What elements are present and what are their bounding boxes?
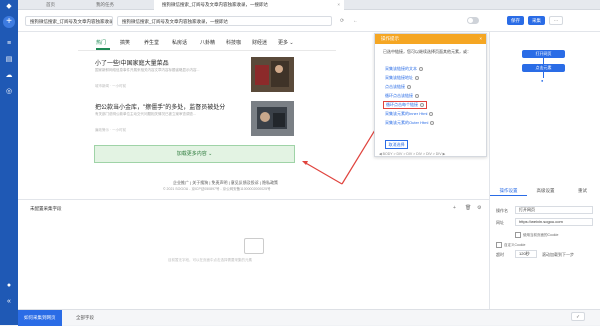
help-icon[interactable] bbox=[415, 75, 419, 80]
news-title[interactable]: 小了一些!中国家庭大量菜品 bbox=[95, 58, 169, 67]
news-thumbnail[interactable] bbox=[251, 101, 294, 136]
save-button[interactable]: 保存 bbox=[507, 16, 524, 25]
tab-my-tasks[interactable]: 我的任务 bbox=[88, 0, 148, 10]
flow-node-click[interactable]: 点击元素 bbox=[522, 64, 565, 72]
tab-all-fields[interactable]: 全部字段 bbox=[70, 310, 100, 326]
empty-state-text: 目前暂无字段，可以在页面中点击选择需要采集的元素 bbox=[168, 258, 252, 262]
news-meta: 城市新闻 · 一小时前 bbox=[95, 84, 127, 88]
refresh-icon[interactable]: ⟳ bbox=[340, 18, 344, 24]
logo-icon: ◆ bbox=[6, 3, 12, 10]
option-outer-html[interactable]: 采集该元素的Outer Html bbox=[385, 120, 435, 126]
load-more-button[interactable]: 加载更多内容 ⌄ bbox=[94, 145, 295, 163]
popup-tip-text: 已选中链接，您可以继续选择页面其他元素，或： bbox=[383, 49, 471, 54]
user-avatar-icon[interactable]: ● bbox=[5, 282, 13, 290]
delete-icon[interactable]: 🗑 bbox=[465, 205, 471, 211]
url-input-left[interactable]: 搜狗微信搜索_订阅号及文章内容独家收录，一搜... bbox=[25, 16, 113, 26]
option-extract-link[interactable]: 采集该链接地址 bbox=[385, 75, 419, 81]
add-field-icon[interactable]: + bbox=[453, 205, 456, 211]
toggle-switch[interactable] bbox=[467, 17, 479, 24]
label-timeout: 超时 bbox=[496, 252, 504, 257]
settings-icon[interactable]: ⚙ bbox=[477, 205, 481, 211]
help-icon[interactable] bbox=[419, 66, 423, 71]
collapse-icon[interactable]: « bbox=[5, 298, 13, 306]
nav-private[interactable]: 私房话 bbox=[172, 39, 187, 46]
element-path[interactable]: ◀ BODY > DIV > DIV > DIV > DIV > DIV ▶ bbox=[379, 152, 445, 156]
bottom-bar: 如何采集到网页 全部字段 bbox=[18, 309, 600, 326]
help-icon[interactable] bbox=[407, 84, 411, 89]
empty-box-icon bbox=[244, 238, 264, 254]
help-icon[interactable] bbox=[429, 111, 434, 116]
tab-how-to-collect[interactable]: 如何采集到网页 bbox=[18, 310, 62, 326]
url-input[interactable]: https://weixin.sogou.com bbox=[515, 218, 593, 226]
confirm-button[interactable]: ✓ bbox=[571, 312, 585, 321]
left-sidebar: ◆ + ≡ ▤ ☁ ◎ ● « bbox=[0, 0, 18, 325]
tab-operation-settings[interactable]: 操作设置 bbox=[490, 186, 527, 196]
collect-button[interactable]: 采集 bbox=[528, 16, 545, 25]
timeout-select[interactable]: 120秒 bbox=[515, 250, 537, 258]
option-loop-click-link[interactable]: 循环点击该链接 bbox=[385, 93, 419, 99]
address-bar: 搜狗微信搜索_订阅号及文章内容独家收录，一搜... 搜狗微信搜索_订阅号及文章内… bbox=[18, 10, 600, 32]
nav-tech[interactable]: 科技咖 bbox=[226, 39, 241, 46]
nav-more[interactable]: 更多 ⌄ bbox=[278, 39, 294, 46]
popup-header: 操作提示 × bbox=[375, 34, 486, 44]
operation-tip-popup: 操作提示 × 已选中链接，您可以继续选择页面其他元素，或： 采集该链接的文本 采… bbox=[374, 33, 487, 157]
news-thumbnail[interactable] bbox=[251, 57, 294, 92]
nav-finance[interactable]: 财经迷 bbox=[252, 39, 267, 46]
news-desc: 有关部门说明公款单位主动交代问题相关情况已被立案审查调查... bbox=[95, 112, 196, 116]
flow-node-open-page[interactable]: 打开网页 bbox=[522, 50, 565, 58]
option-extract-text[interactable]: 采集该链接的文本 bbox=[385, 66, 423, 72]
option-loop-click-each[interactable]: 循环点击每个链接 bbox=[383, 101, 427, 109]
close-tab-icon[interactable]: × bbox=[337, 0, 340, 10]
help-icon[interactable] bbox=[415, 93, 419, 98]
nav-health[interactable]: 养生堂 bbox=[144, 39, 159, 46]
nav-funny[interactable]: 搞笑 bbox=[120, 39, 130, 46]
custom-cookie-checkbox[interactable]: 自定义Cookie bbox=[496, 242, 525, 248]
label-url: 网址 bbox=[496, 220, 504, 225]
help-icon[interactable] bbox=[420, 102, 424, 107]
option-click-link[interactable]: 点击该链接 bbox=[385, 84, 411, 90]
help-icon[interactable] bbox=[430, 120, 435, 125]
new-task-button[interactable]: + bbox=[3, 16, 15, 28]
label-step-name: 操作名 bbox=[496, 208, 508, 213]
url-input-right[interactable]: 搜狗微信搜索_订阅号及文章内容独家收录，一搜即达 bbox=[117, 16, 332, 26]
cancel-selection-button[interactable]: 取消选择 bbox=[385, 140, 408, 149]
footer-links[interactable]: 企业推广 | 关于搜狗 | 免责声明 | 意见反馈及投诉 | 隐私政策 bbox=[173, 180, 278, 186]
timeout-note: 滚动加载到下一步 bbox=[542, 252, 574, 257]
data-preview-panel: 未配置采集字段 + 🗑 ⚙ 目前暂无字段，可以在页面中点击选择需要采集的元素 bbox=[18, 199, 489, 309]
nav-hot[interactable]: 热门 bbox=[96, 39, 106, 46]
tab-bar: 首页 我的任务 搜狗微信搜索_订阅号及文章内容独家收录，一搜即达 × bbox=[18, 0, 600, 10]
option-inner-html[interactable]: 采集该元素的Inner Html bbox=[385, 111, 434, 117]
nav-divider bbox=[78, 50, 336, 51]
tab-sogou[interactable]: 搜狗微信搜索_订阅号及文章内容独家收录，一搜即达 × bbox=[154, 0, 344, 10]
more-button[interactable]: ··· bbox=[549, 16, 563, 25]
workflow-panel: 打开网页 点击元素 ● 操作设置 高级设置 重试 操作名 打开网页 网址 htt… bbox=[489, 32, 600, 309]
cloud-icon[interactable]: ☁ bbox=[5, 72, 13, 80]
news-desc: 国家新鲜网络信息事件开展来相关内容文章内容标题省略显示内容... bbox=[95, 68, 200, 72]
back-icon[interactable]: ← bbox=[353, 18, 358, 24]
news-title[interactable]: 把公款当小金库，"擦僵手"的多处，监督员被处分 bbox=[95, 102, 225, 111]
nav-active-underline bbox=[96, 48, 110, 50]
nav-gossip[interactable]: 八卦精 bbox=[200, 39, 215, 46]
tab-advanced-settings[interactable]: 高级设置 bbox=[527, 186, 564, 196]
flow-end-icon: ● bbox=[541, 78, 544, 83]
use-cookie-checkbox[interactable]: 使用当前页面的Cookie bbox=[515, 232, 558, 238]
news-meta: 廉政警示 · 一小时前 bbox=[95, 128, 127, 132]
footer-copyright: © 2021 SOGOU - 京ICP证050897号 - 京公网安备11000… bbox=[163, 187, 271, 191]
close-popup-icon[interactable]: × bbox=[479, 34, 482, 44]
step-name-input[interactable]: 打开网页 bbox=[515, 206, 593, 214]
data-icon[interactable]: ▤ bbox=[5, 56, 13, 64]
tab-home[interactable]: 首页 bbox=[38, 0, 82, 10]
headset-icon[interactable]: ◎ bbox=[5, 88, 13, 96]
panel-title: 未配置采集字段 bbox=[30, 206, 62, 211]
tab-retry[interactable]: 重试 bbox=[564, 186, 600, 196]
task-list-icon[interactable]: ≡ bbox=[5, 40, 13, 48]
